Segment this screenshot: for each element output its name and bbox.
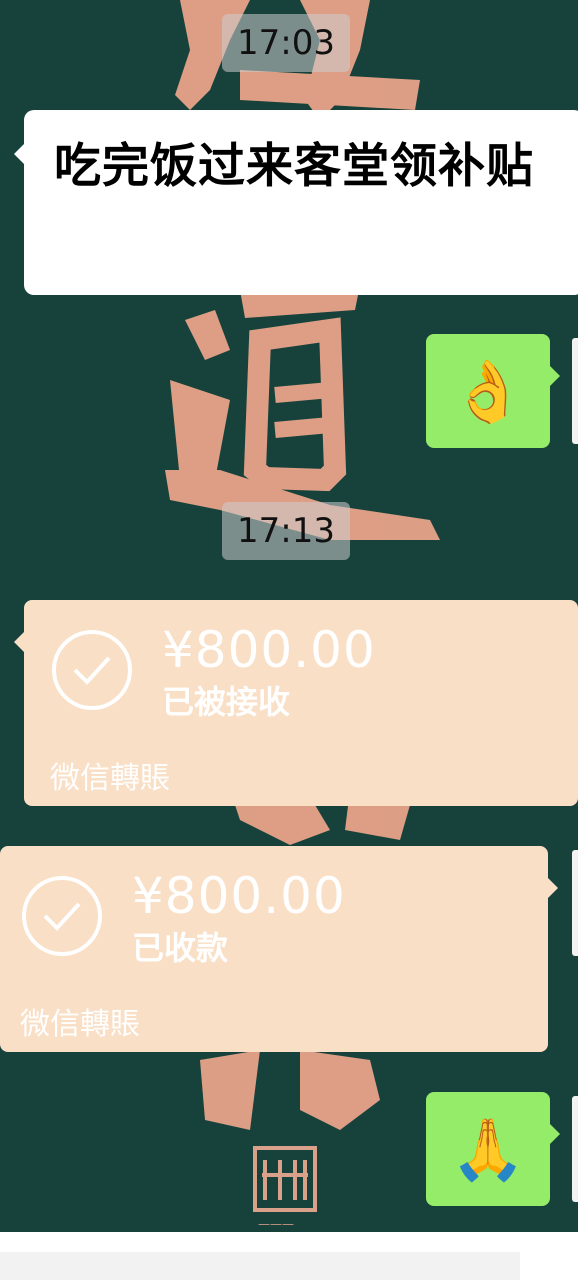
incoming-text-message[interactable]: 吃完饭过来客堂领补贴 xyxy=(24,110,578,295)
bubble-tail xyxy=(14,632,24,652)
transfer-card-received[interactable]: ¥800.00 已被接收 微信轉賬 xyxy=(24,600,578,806)
avatar[interactable] xyxy=(572,850,578,956)
check-circle-icon xyxy=(52,630,132,710)
avatar[interactable] xyxy=(572,338,578,444)
transfer-label: 微信轉賬 xyxy=(20,1007,140,1042)
pray-hands-icon: 🙏 xyxy=(450,1114,526,1185)
timestamp: 17:03 xyxy=(222,14,350,72)
bubble-tail xyxy=(550,366,560,386)
bubble-tail xyxy=(548,878,558,898)
transfer-status: 已收款 xyxy=(132,929,229,967)
transfer-label: 微信轉賬 xyxy=(50,761,170,796)
bubble-tail xyxy=(14,144,24,164)
svg-text:———: ——— xyxy=(258,1217,294,1231)
timestamp: 17:13 xyxy=(222,502,350,560)
bubble-tail xyxy=(550,1124,560,1144)
transfer-status: 已被接收 xyxy=(162,683,291,721)
transfer-amount: ¥800.00 xyxy=(132,867,346,925)
transfer-card-sent[interactable]: ¥800.00 已收款 微信轉賬 xyxy=(0,846,548,1052)
outgoing-ok-message[interactable]: 👌 xyxy=(426,334,550,448)
transfer-amount: ¥800.00 xyxy=(162,621,376,679)
ok-hand-icon: 👌 xyxy=(450,356,526,427)
check-circle-icon xyxy=(22,876,102,956)
message-input[interactable] xyxy=(0,1252,520,1280)
message-text: 吃完饭过来客堂领补贴 xyxy=(54,139,534,194)
outgoing-thanks-message[interactable]: 🙏 xyxy=(426,1092,550,1206)
avatar[interactable] xyxy=(572,1096,578,1202)
